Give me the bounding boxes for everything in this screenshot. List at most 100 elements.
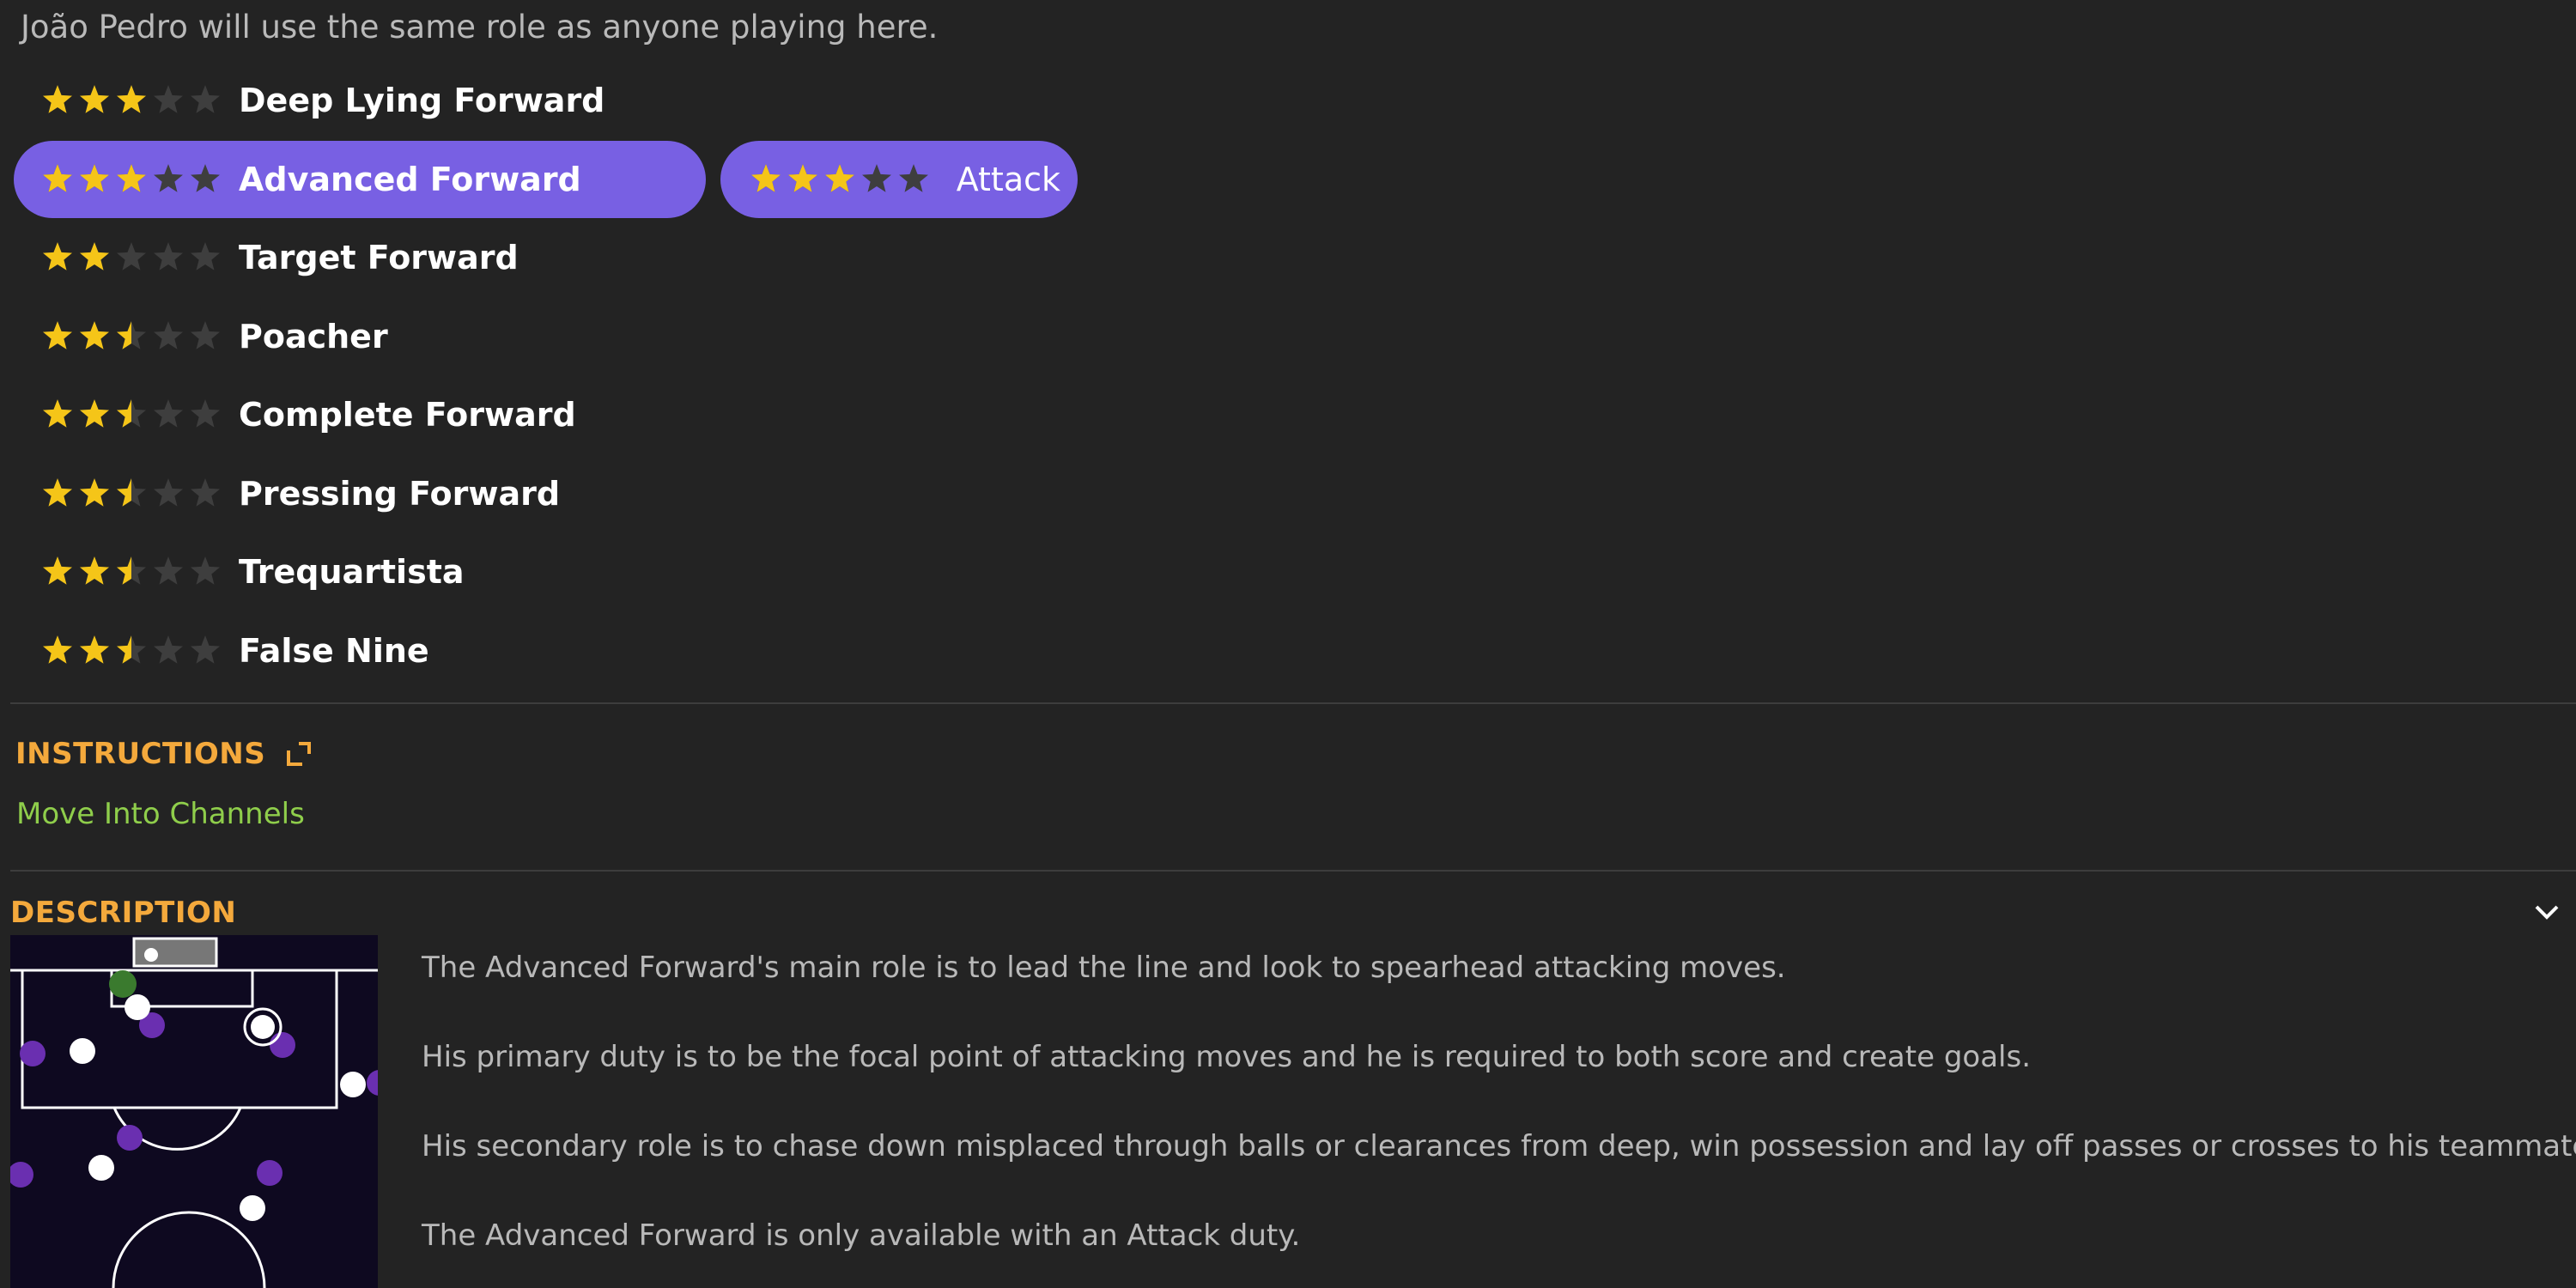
star-icon — [154, 85, 183, 113]
star-icon — [80, 163, 109, 192]
role-rating-stars — [39, 298, 224, 375]
star-icon — [862, 163, 891, 192]
role-list: Deep Lying Forward Advanced Forward Attack… — [14, 62, 1130, 690]
opponent-player-marker — [270, 1032, 295, 1058]
opponent-player-marker — [20, 1041, 46, 1066]
star-icon — [117, 635, 146, 664]
role-selection-panel: João Pedro will use the same role as any… — [0, 0, 2576, 1288]
role-rating-stars — [39, 612, 224, 690]
star-icon — [154, 163, 183, 192]
role-rating-stars — [39, 62, 224, 139]
description-paragraph: His secondary role is to chase down misp… — [422, 1129, 2576, 1163]
role-rating-stars — [39, 533, 224, 611]
teammate-marker — [340, 1072, 366, 1097]
duty-selector-button[interactable]: Attack — [720, 140, 1078, 218]
star-icon — [117, 320, 146, 349]
description-text: The Advanced Forward's main role is to l… — [422, 945, 2576, 1288]
role-name: Trequartista — [239, 553, 465, 591]
description-title: DESCRIPTION — [10, 896, 237, 930]
star-icon — [43, 242, 72, 270]
star-icon — [825, 163, 854, 192]
role-row[interactable]: False Nine — [14, 612, 1130, 691]
duty-rating-stars — [748, 141, 933, 218]
opponent-player-marker — [367, 1070, 378, 1096]
opponent-player-marker — [257, 1160, 283, 1186]
star-icon — [43, 556, 72, 585]
star-icon — [117, 85, 146, 113]
star-icon — [80, 556, 109, 585]
role-name: Poacher — [239, 317, 388, 355]
star-icon — [191, 85, 220, 113]
star-icon — [154, 242, 183, 270]
divider — [10, 870, 2576, 872]
opponent-player-marker — [117, 1125, 143, 1151]
centre-circle — [112, 1211, 266, 1288]
role-rating-stars — [39, 376, 224, 453]
role-row[interactable]: Poacher — [14, 298, 1130, 377]
role-rating-stars — [39, 219, 224, 296]
star-icon — [154, 399, 183, 428]
star-icon — [751, 163, 781, 192]
role-row[interactable]: Target Forward — [14, 219, 1130, 298]
role-name: Deep Lying Forward — [239, 82, 605, 119]
star-icon — [154, 635, 183, 664]
star-icon — [43, 477, 72, 507]
star-icon — [117, 477, 146, 507]
star-icon — [43, 635, 72, 664]
role-rating-stars — [39, 141, 224, 218]
role-rating-stars — [39, 455, 224, 532]
star-icon — [788, 163, 817, 192]
star-icon — [43, 399, 72, 428]
star-icon — [191, 556, 220, 585]
description-paragraph: The Advanced Forward is only available w… — [422, 1218, 1301, 1253]
role-row[interactable]: Trequartista — [14, 533, 1130, 612]
star-icon — [80, 399, 109, 428]
opponent-player-marker — [10, 1162, 33, 1188]
teammate-marker — [125, 994, 150, 1020]
star-icon — [899, 163, 928, 192]
selected-player-marker — [251, 1015, 275, 1039]
star-icon — [154, 320, 183, 349]
star-icon — [117, 556, 146, 585]
role-name: Complete Forward — [239, 396, 576, 434]
role-name: Advanced Forward — [239, 160, 581, 198]
ball-icon — [144, 948, 158, 962]
star-icon — [191, 163, 220, 192]
role-row[interactable]: Advanced Forward Attack — [14, 140, 1130, 220]
role-row[interactable]: Deep Lying Forward — [14, 62, 1130, 141]
star-icon — [191, 477, 220, 507]
star-icon — [117, 163, 146, 192]
star-icon — [80, 477, 109, 507]
role-row[interactable]: Pressing Forward — [14, 455, 1130, 534]
star-icon — [191, 242, 220, 270]
instructions-title: INSTRUCTIONS — [15, 737, 266, 771]
star-icon — [43, 163, 72, 192]
teammate-marker — [70, 1038, 95, 1064]
role-name: Target Forward — [239, 239, 519, 276]
star-icon — [191, 635, 220, 664]
instruction-item[interactable]: Move Into Channels — [16, 797, 305, 831]
star-icon — [80, 320, 109, 349]
description-paragraph: His primary duty is to be the focal poin… — [422, 1040, 2032, 1074]
star-icon — [80, 635, 109, 664]
role-row[interactable]: Complete Forward — [14, 376, 1130, 455]
goalkeeper-marker — [109, 970, 137, 998]
star-icon — [43, 320, 72, 349]
star-icon — [154, 477, 183, 507]
teammate-marker — [88, 1155, 114, 1181]
role-position-diagram — [10, 935, 378, 1288]
role-name: False Nine — [239, 631, 429, 670]
divider — [10, 702, 2576, 704]
chevron-down-icon[interactable] — [2531, 896, 2562, 927]
star-icon — [191, 320, 220, 349]
duty-label: Attack — [956, 160, 1060, 198]
star-icon — [117, 399, 146, 428]
description-paragraph: The Advanced Forward's main role is to l… — [422, 951, 1786, 985]
expand-arrow-icon[interactable] — [283, 738, 314, 769]
role-name: Pressing Forward — [239, 474, 561, 513]
star-icon — [117, 242, 146, 270]
star-icon — [191, 399, 220, 428]
star-icon — [80, 85, 109, 113]
teammate-marker — [240, 1195, 265, 1221]
star-icon — [43, 85, 72, 113]
